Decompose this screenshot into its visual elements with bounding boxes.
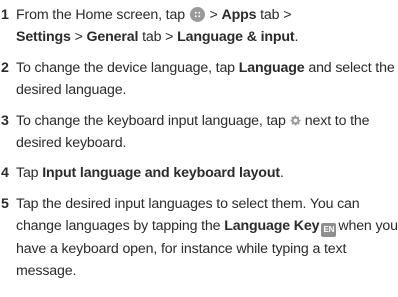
step-4: 4 Tap Input language and keyboard layout… <box>0 162 398 184</box>
step-text: . <box>294 29 299 46</box>
step-bold-text: Language <box>238 59 305 76</box>
step-number: 2 <box>1 59 9 76</box>
step-2: 2 To change the device language, tap Lan… <box>0 57 398 102</box>
step-text: tab > <box>138 29 178 46</box>
language-key-icon: EN <box>321 223 337 238</box>
step-bold-text: Language Key <box>224 218 320 235</box>
step-number: 4 <box>1 165 9 182</box>
step-bold-text: General <box>86 29 139 46</box>
step-number: 3 <box>1 112 9 129</box>
gear-icon <box>290 115 301 126</box>
step-1: 1 From the Home screen, tap > Apps tab >… <box>0 4 398 49</box>
step-bold-text: Input language and keyboard layout <box>42 165 280 182</box>
step-bold-text: Settings <box>16 29 71 46</box>
step-text: tab > <box>256 7 292 23</box>
step-text: > <box>70 29 87 46</box>
step-text: Tap <box>16 165 43 182</box>
step-text: From the Home screen, tap <box>16 7 185 23</box>
step-text: . <box>279 165 284 182</box>
instruction-steps: 1 From the Home screen, tap > Apps tab >… <box>0 4 398 290</box>
step-text: To change the device language, tap <box>16 59 239 76</box>
apps-icon <box>189 7 205 22</box>
step-5: 5 Tap the desired input languages to sel… <box>0 193 398 283</box>
step-bold-text: Apps <box>221 7 257 23</box>
step-text: > <box>205 7 222 23</box>
step-number: 5 <box>1 195 9 212</box>
step-3: 3 To change the keyboard input language,… <box>0 110 398 155</box>
step-number: 1 <box>1 7 9 23</box>
step-bold-text: Language & input <box>177 29 295 46</box>
step-text: To change the keyboard input language, t… <box>16 112 286 129</box>
